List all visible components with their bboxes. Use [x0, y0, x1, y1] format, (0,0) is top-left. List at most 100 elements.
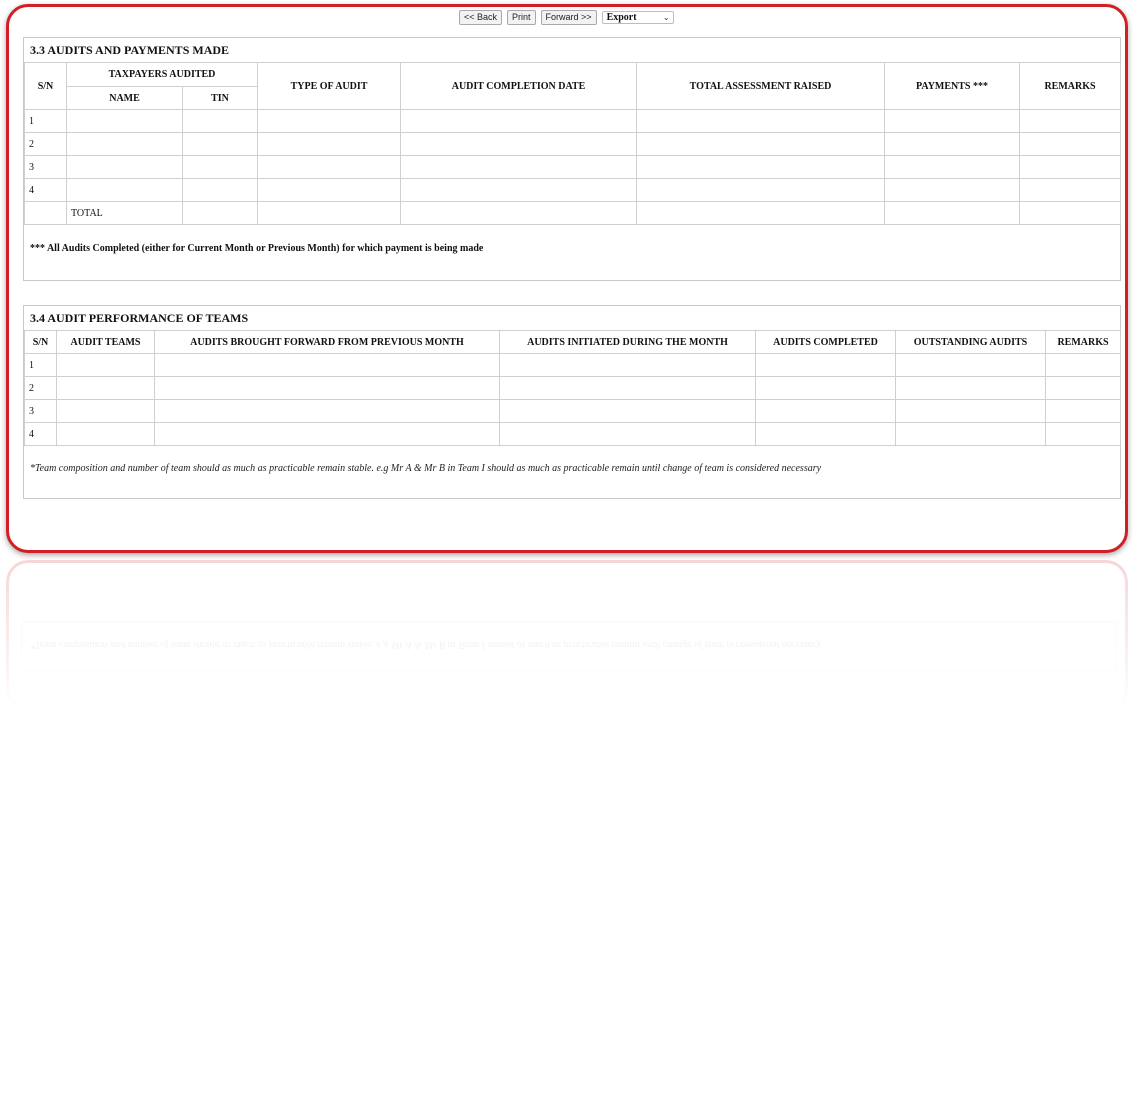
cell-outstanding[interactable]: [895, 376, 1046, 400]
print-button[interactable]: Print: [507, 9, 536, 25]
header-sn: S/N: [24, 62, 67, 110]
cell-brought-forward[interactable]: [154, 353, 500, 377]
cell-type-of-audit[interactable]: [257, 109, 402, 133]
audit-performance-table: S/N AUDIT TEAMS AUDITS BROUGHT FORWARD F…: [24, 330, 1121, 446]
cell-name[interactable]: [66, 155, 183, 179]
reflected-footnote: *Team composition and number of team sho…: [21, 621, 1117, 671]
cell-remarks[interactable]: [1045, 376, 1121, 400]
section-title: 3.4 AUDIT PERFORMANCE OF TEAMS: [30, 311, 249, 325]
cell-remarks[interactable]: [1045, 353, 1121, 377]
cell-remarks[interactable]: [1019, 155, 1122, 179]
cell-type-of-audit[interactable]: [257, 155, 402, 179]
header-initiated: AUDITS INITIATED DURING THE MONTH: [499, 330, 756, 354]
cell-type-of-audit[interactable]: [257, 201, 402, 225]
header-sn: S/N: [24, 330, 57, 354]
cell-completion-date[interactable]: [400, 155, 638, 179]
cell-name[interactable]: [66, 109, 183, 133]
table-row: 2: [24, 376, 1121, 400]
cell-audit-teams[interactable]: [56, 376, 155, 400]
section-audit-performance: 3.4 AUDIT PERFORMANCE OF TEAMS S/N AUDIT…: [23, 305, 1121, 499]
header-audit-completion-date: AUDIT COMPLETION DATE: [400, 62, 638, 110]
cell-remarks[interactable]: [1019, 178, 1122, 202]
cell-payments[interactable]: [884, 155, 1021, 179]
cell-type-of-audit[interactable]: [257, 178, 402, 202]
total-sn-cell: [24, 201, 67, 225]
cell-outstanding[interactable]: [895, 353, 1046, 377]
cell-name[interactable]: [66, 132, 183, 156]
cell-tin[interactable]: [181, 109, 259, 133]
cell-assessment[interactable]: [636, 201, 886, 225]
cell-initiated[interactable]: [499, 399, 756, 423]
cell-audit-teams[interactable]: [56, 353, 155, 377]
header-outstanding: OUTSTANDING AUDITS: [895, 330, 1046, 354]
cell-completed[interactable]: [755, 399, 896, 423]
cell-tin[interactable]: [181, 178, 259, 202]
cell-brought-forward[interactable]: [154, 376, 500, 400]
header-remarks: REMARKS: [1045, 330, 1121, 354]
cell-type-of-audit[interactable]: [257, 132, 402, 156]
cell-brought-forward[interactable]: [154, 422, 500, 446]
table-row: 1: [24, 353, 1121, 377]
cell-completed[interactable]: [755, 376, 896, 400]
cell-completion-date[interactable]: [400, 201, 638, 225]
row-number: 4: [24, 422, 57, 446]
cell-assessment[interactable]: [636, 109, 886, 133]
cell-completion-date[interactable]: [400, 109, 638, 133]
table-row: 4: [24, 178, 1122, 202]
cell-payments[interactable]: [884, 109, 1021, 133]
audits-payments-table: S/N TAXPAYERS AUDITED TYPE OF AUDIT AUDI…: [24, 62, 1122, 225]
cell-remarks[interactable]: [1045, 399, 1121, 423]
cell-name[interactable]: [66, 178, 183, 202]
section-audits-payments: 3.3 AUDITS AND PAYMENTS MADE S/N TAXPAYE…: [23, 37, 1122, 281]
header-name: NAME: [66, 86, 183, 110]
cell-outstanding[interactable]: [895, 399, 1046, 423]
export-select[interactable]: Export ⌄: [601, 10, 674, 24]
team-composition-footnote: *Team composition and number of team sho…: [30, 463, 822, 474]
row-number: 4: [24, 178, 67, 202]
row-number: 3: [24, 155, 67, 179]
cell-payments[interactable]: [884, 201, 1021, 225]
cell-tin[interactable]: [181, 132, 259, 156]
cell-remarks[interactable]: [1045, 422, 1121, 446]
cell-completed[interactable]: [755, 422, 896, 446]
row-number: 3: [24, 399, 57, 423]
cell-outstanding[interactable]: [895, 422, 1046, 446]
cell-assessment[interactable]: [636, 132, 886, 156]
cell-completed[interactable]: [755, 353, 896, 377]
cell-remarks[interactable]: [1019, 109, 1122, 133]
table-row: 1: [24, 109, 1122, 133]
total-row: TOTAL: [24, 201, 1122, 225]
header-payments: PAYMENTS ***: [884, 62, 1021, 110]
cell-completion-date[interactable]: [400, 132, 638, 156]
table-row: 3: [24, 155, 1122, 179]
frame-reflection: *Team composition and number of team sho…: [6, 560, 1128, 710]
cell-audit-teams[interactable]: [56, 422, 155, 446]
cell-assessment[interactable]: [636, 178, 886, 202]
cell-tin[interactable]: [181, 201, 259, 225]
total-label: TOTAL: [66, 201, 183, 225]
cell-completion-date[interactable]: [400, 178, 638, 202]
table-row: 2: [24, 132, 1122, 156]
cell-remarks[interactable]: [1019, 132, 1122, 156]
cell-tin[interactable]: [181, 155, 259, 179]
cell-audit-teams[interactable]: [56, 399, 155, 423]
back-button[interactable]: << Back: [459, 9, 503, 25]
row-number: 2: [24, 376, 57, 400]
cell-payments[interactable]: [884, 178, 1021, 202]
header-remarks: REMARKS: [1019, 62, 1122, 110]
export-select-value: Export: [606, 11, 637, 23]
cell-assessment[interactable]: [636, 155, 886, 179]
row-number: 2: [24, 132, 67, 156]
cell-initiated[interactable]: [499, 376, 756, 400]
header-brought-forward: AUDITS BROUGHT FORWARD FROM PREVIOUS MON…: [154, 330, 500, 354]
cell-initiated[interactable]: [499, 353, 756, 377]
toolbar: << Back Print Forward >> Export ⌄: [459, 9, 674, 25]
cell-initiated[interactable]: [499, 422, 756, 446]
header-taxpayers-audited: TAXPAYERS AUDITED: [65, 62, 259, 87]
row-number: 1: [24, 353, 57, 377]
section-title: 3.3 AUDITS AND PAYMENTS MADE: [30, 43, 230, 57]
cell-brought-forward[interactable]: [154, 399, 500, 423]
forward-button[interactable]: Forward >>: [540, 9, 597, 25]
cell-payments[interactable]: [884, 132, 1021, 156]
cell-remarks[interactable]: [1019, 201, 1122, 225]
